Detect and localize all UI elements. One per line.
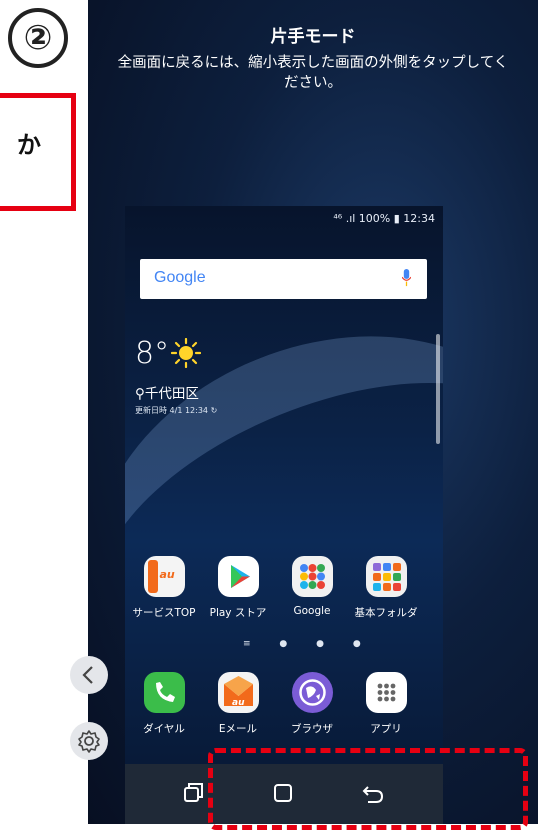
gear-icon xyxy=(78,730,100,753)
location-label: 千代田区 xyxy=(144,386,199,402)
chevron-left-button[interactable] xyxy=(70,656,108,694)
phone-icon xyxy=(143,672,185,713)
app-google-folder[interactable]: Google xyxy=(281,556,343,617)
play-store-icon xyxy=(217,556,259,597)
description-line-1: 全画面に戻るには、縮小表示した画面の外側をタップしてく xyxy=(117,55,509,71)
updated-label: 更新日時 4/1 12:34 xyxy=(135,406,209,415)
app-label: Eメール xyxy=(218,723,258,735)
google-folder-icon xyxy=(291,556,333,597)
app-dialer[interactable]: ダイヤル xyxy=(133,672,195,736)
description-line-2: ださい。 xyxy=(284,75,342,91)
app-drawer[interactable]: アプリ xyxy=(355,672,417,736)
app-email[interactable]: au Eメール xyxy=(207,672,269,736)
edge-panel-handle[interactable] xyxy=(436,334,440,444)
browser-icon xyxy=(291,672,333,713)
google-search-bar[interactable]: Google xyxy=(140,259,427,299)
sun-icon xyxy=(171,338,201,368)
weather-updated: 更新日時 4/1 12:34 ↻ xyxy=(135,405,217,416)
svg-text:au: au xyxy=(232,698,245,708)
app-browser[interactable]: ブラウザ xyxy=(281,672,343,736)
one-hand-mode-title: 片手モード xyxy=(270,27,356,47)
navigation-bar-highlight xyxy=(208,748,528,830)
one-hand-mode-description: 全画面に戻るには、縮小表示した画面の外側をタップしてく ださい。 xyxy=(88,53,538,93)
app-label: ダイヤル xyxy=(143,723,185,735)
app-label: Google xyxy=(293,605,331,617)
location-pin-icon: ⚲ xyxy=(135,386,145,402)
app-label: サービスTOP xyxy=(132,607,196,619)
app-label: アプリ xyxy=(370,723,402,735)
status-bar: ⁴⁶ .ıl 100% ▮ 12:34 xyxy=(333,212,435,225)
apps-grid-icon xyxy=(365,672,407,713)
au-mail-icon: au xyxy=(217,672,259,713)
highlight-callout: か xyxy=(0,93,76,211)
app-label: Play ストア xyxy=(209,607,267,619)
settings-button[interactable] xyxy=(70,722,108,760)
app-label: ブラウザ xyxy=(291,723,333,735)
app-label: 基本フォルダ xyxy=(354,607,418,619)
reduced-screen[interactable]: ⁴⁶ .ıl 100% ▮ 12:34 Google 8° ⚲千代田区 更新日時… xyxy=(125,206,443,764)
au-service-icon: au xyxy=(143,556,185,597)
app-play-store[interactable]: Play ストア xyxy=(207,556,269,620)
page-indicator[interactable]: ≡ ● ● ● xyxy=(243,639,374,649)
step-badge: ② xyxy=(8,8,68,68)
google-logo: Google xyxy=(154,269,206,286)
app-basic-folder[interactable]: 基本フォルダ xyxy=(355,556,418,620)
recent-apps-icon[interactable] xyxy=(178,778,208,808)
callout-text: か xyxy=(17,131,41,159)
chevron-left-icon xyxy=(82,666,93,684)
app-service-top[interactable]: au サービスTOP xyxy=(132,556,196,620)
weather-temperature[interactable]: 8° xyxy=(135,336,169,371)
basic-folder-icon xyxy=(365,556,407,597)
weather-location: ⚲千代田区 xyxy=(135,382,199,402)
mic-icon[interactable] xyxy=(402,269,411,287)
refresh-icon[interactable]: ↻ xyxy=(211,406,218,415)
